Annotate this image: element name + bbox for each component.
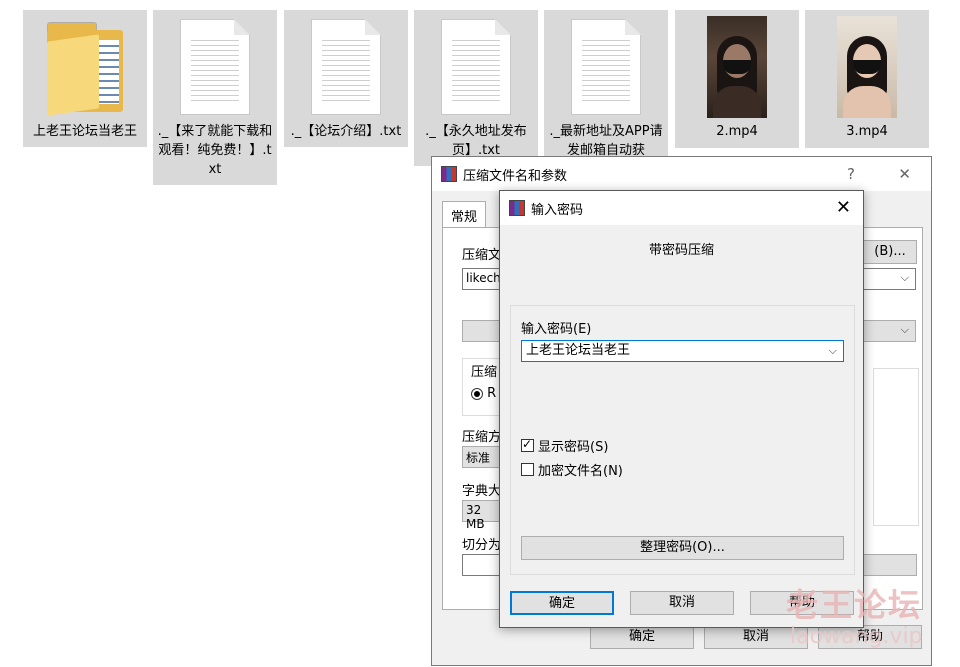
dict-combo[interactable]: 32 MB [462,500,502,531]
split-label: 切分为 [462,538,502,553]
text-file-icon [311,19,381,115]
dict-label: 字典大 [462,484,502,499]
show-password-label: 显示密码(S) [538,440,609,455]
file-item-txt[interactable]: ._【论坛介绍】.txt [284,10,408,147]
password-input[interactable]: 上老王论坛当老王 ⌵ [521,340,844,362]
dialog-title: 压缩文件名和参数 [463,168,568,184]
video-thumbnail [707,16,767,118]
options-group [873,368,919,526]
folder-icon [47,22,123,116]
close-icon[interactable]: ✕ [836,197,851,218]
watermark: 老王论坛 [786,586,923,624]
checkbox-checked-icon [521,437,534,452]
file-item-txt[interactable]: ._【来了就能下载和观看！纯免费！】.txt [153,10,277,185]
show-password-checkbox[interactable]: 显示密码(S) [521,436,608,455]
video-thumbnail [837,16,897,118]
dialog-title: 输入密码 [531,202,584,218]
tab-general[interactable]: 常规 [442,201,487,229]
file-name: 2.mp4 [716,124,758,139]
split-field[interactable] [462,554,502,576]
file-name: 3.mp4 [846,124,888,139]
encrypt-names-label: 加密文件名(N) [538,464,623,479]
text-file-icon [441,19,511,115]
chevron-down-icon: ⌵ [900,271,909,284]
watermark-url: laowang.vip [790,624,923,649]
method-combo[interactable]: 标准 [462,446,502,468]
encrypt-names-checkbox[interactable]: 加密文件名(N) [521,460,623,479]
format-group-label: 压缩 [471,365,498,380]
text-file-icon [180,19,250,115]
dialog-heading: 带密码压缩 [648,243,714,258]
password-group: 输入密码(E) 上老王论坛当老王 ⌵ 显示密码(S) 加密文件名(N) 整理密码… [510,305,855,575]
password-dialog: 输入密码 ✕ 带密码压缩 输入密码(E) 上老王论坛当老王 ⌵ 显示密码(S) … [499,190,864,628]
password-value: 上老王论坛当老王 [526,343,631,358]
title-bar: 输入密码 ✕ [500,191,863,225]
archive-name-label: 压缩文 [462,248,502,263]
file-item-txt[interactable]: ._【永久地址发布页】.txt [414,10,538,166]
chevron-down-icon[interactable]: ⌵ [829,341,837,361]
file-name: ._【论坛介绍】.txt [290,124,402,139]
ok-button[interactable]: 确定 [590,625,694,649]
close-icon[interactable]: ✕ [898,165,911,183]
set-password-button[interactable] [863,554,917,576]
winrar-icon [441,166,457,182]
file-item-video[interactable]: 2.mp4 [675,10,799,148]
method-label: 压缩方 [462,430,502,445]
file-name: ._【来了就能下载和观看！纯免费！】.txt [157,124,273,177]
rar-radio-label: R [487,386,497,401]
organize-passwords-button[interactable]: 整理密码(O)... [521,536,844,560]
cancel-button[interactable]: 取消 [630,591,734,615]
ok-button[interactable]: 确定 [510,591,614,615]
browse-button[interactable]: (B)... [863,240,917,264]
title-bar: 压缩文件名和参数 ? ✕ [432,157,931,191]
chevron-down-icon: ⌵ [900,323,909,336]
file-item-video[interactable]: 3.mp4 [805,10,929,148]
file-name: 上老王论坛当老王 [32,124,137,139]
file-item-txt[interactable]: ._最新地址及APP请发邮箱自动获 [544,10,668,166]
winrar-icon [509,200,525,216]
file-item-folder[interactable]: 上老王论坛当老王 [23,10,147,147]
password-label: 输入密码(E) [521,322,592,337]
rar-radio[interactable]: R [471,386,496,401]
help-icon[interactable]: ? [847,165,855,183]
text-file-icon [571,19,641,115]
checkbox-unchecked-icon [521,463,534,476]
